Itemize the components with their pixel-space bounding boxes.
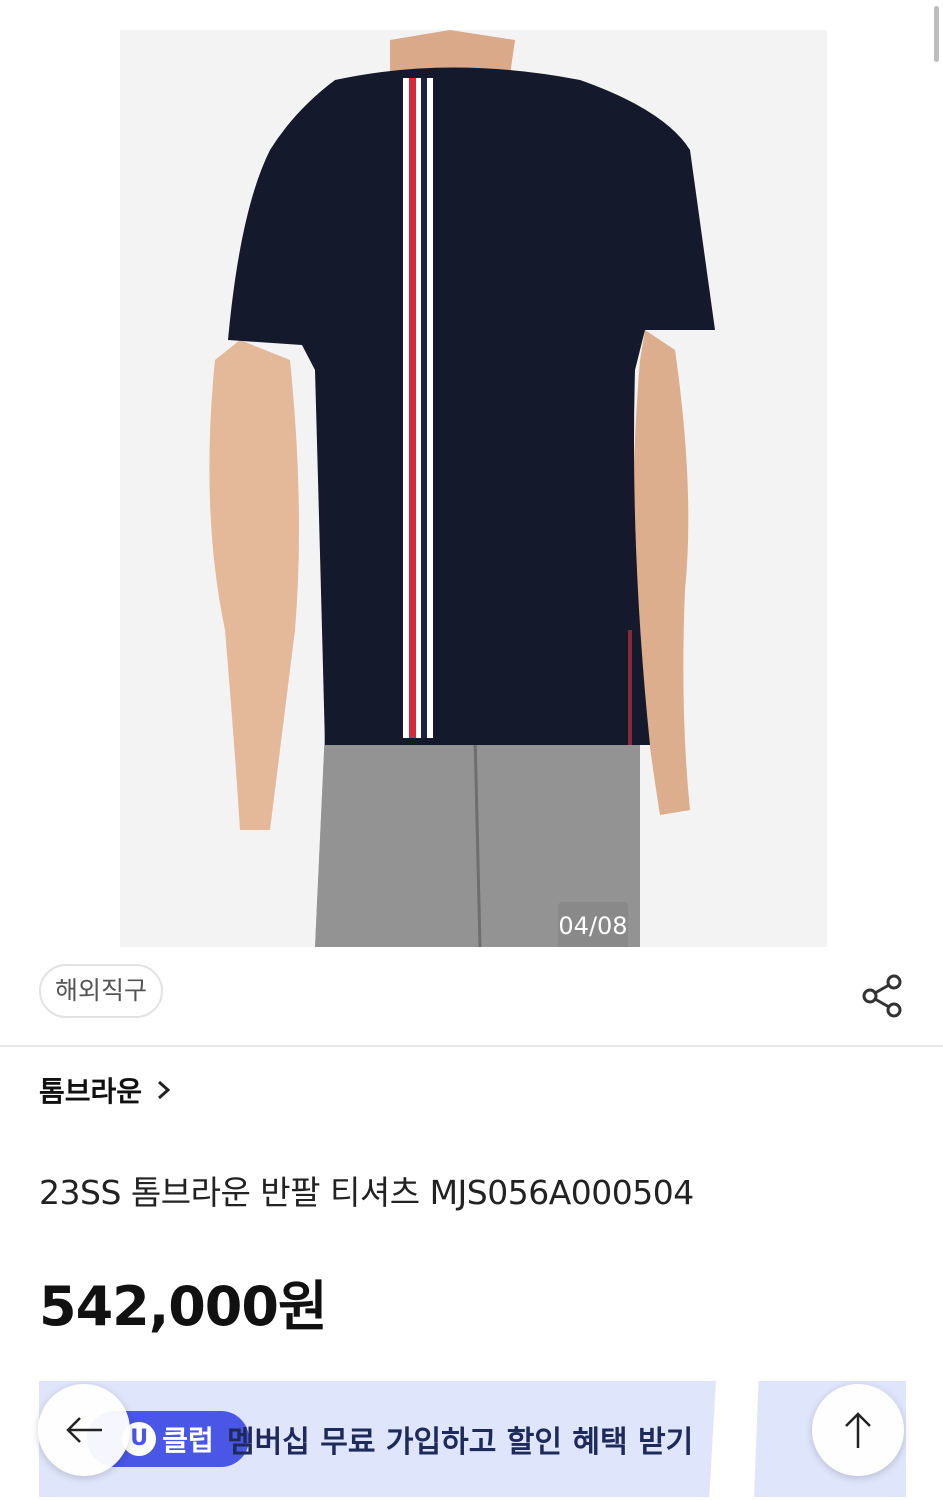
promo-text: 멤버십 무료 가입하고 할인 혜택 받기: [227, 1425, 694, 1460]
scrollbar-thumb[interactable]: [934, 6, 939, 62]
product-price: 542,000원: [39, 1275, 328, 1338]
product-image: [120, 30, 827, 947]
membership-promo-banner[interactable]: U 클럽 멤버십 무료 가입하고 할인 혜택 받기: [39, 1381, 716, 1497]
product-title: 23SS 톰브라운 반팔 티셔츠 MJS056A000504: [39, 1173, 694, 1212]
product-image-gallery[interactable]: 04/08: [120, 30, 827, 947]
share-button[interactable]: [860, 972, 906, 1020]
chevron-right-icon: [158, 1080, 171, 1100]
section-divider: [0, 1045, 943, 1047]
brand-name: 톰브라운: [39, 1075, 143, 1108]
uclub-badge-label: 클럽: [162, 1424, 214, 1457]
arrow-left-icon: [66, 1417, 102, 1443]
brand-link[interactable]: 톰브라운: [39, 1068, 172, 1112]
scroll-to-top-button[interactable]: [812, 1384, 904, 1476]
overseas-direct-tag: 해외직구: [39, 964, 163, 1018]
arrow-up-icon: [845, 1412, 871, 1448]
share-icon: [862, 974, 902, 1018]
back-button[interactable]: [38, 1384, 130, 1476]
image-counter: 04/08: [558, 902, 628, 947]
